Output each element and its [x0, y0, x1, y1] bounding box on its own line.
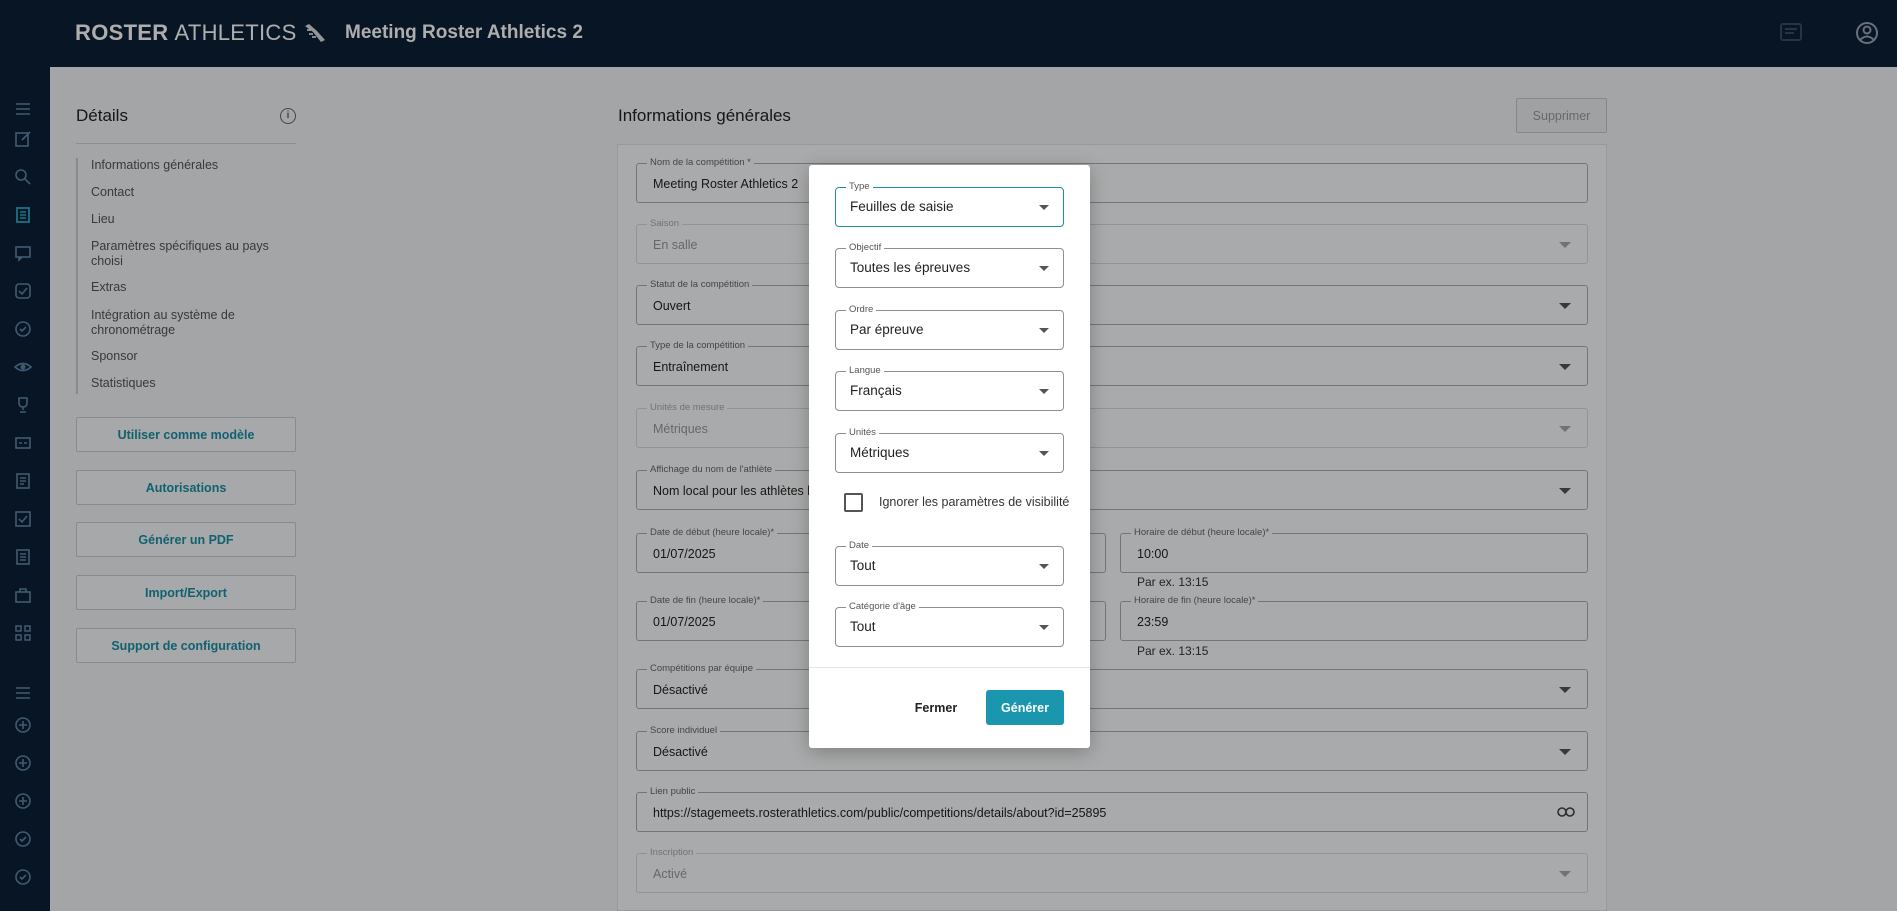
order-label: Ordre [846, 304, 877, 315]
dropdown-arrow-icon [1039, 328, 1049, 333]
dropdown-arrow-icon [1039, 625, 1049, 630]
type-value: Feuilles de saisie [850, 199, 954, 214]
dropdown-arrow-icon [1039, 205, 1049, 210]
order-value: Par épreuve [850, 322, 924, 337]
units-select[interactable]: Unités Métriques [835, 427, 1064, 473]
age-category-value: Tout [850, 619, 876, 634]
generate-pdf-dialog: Type Feuilles de saisie Objectif Toutes … [809, 165, 1090, 748]
dialog-divider [809, 667, 1090, 668]
language-value: Français [850, 383, 902, 398]
close-button[interactable]: Fermer [905, 690, 967, 725]
units-label: Unités [846, 427, 879, 438]
type-label: Type [846, 181, 873, 192]
objective-select[interactable]: Objectif Toutes les épreuves [835, 242, 1064, 288]
dropdown-arrow-icon [1039, 451, 1049, 456]
language-select[interactable]: Langue Français [835, 365, 1064, 411]
dropdown-arrow-icon [1039, 564, 1049, 569]
objective-label: Objectif [846, 242, 885, 253]
date-select[interactable]: Date Tout [835, 540, 1064, 586]
order-select[interactable]: Ordre Par épreuve [835, 304, 1064, 350]
objective-value: Toutes les épreuves [850, 260, 971, 275]
ignore-visibility-checkbox[interactable] [844, 493, 863, 512]
date-value: Tout [850, 558, 876, 573]
dropdown-arrow-icon [1039, 266, 1049, 271]
language-label: Langue [846, 365, 884, 376]
ignore-visibility-label: Ignorer les paramètres de visibilité [879, 495, 1070, 509]
age-category-label: Catégorie d'âge [846, 601, 919, 612]
age-category-select[interactable]: Catégorie d'âge Tout [835, 601, 1064, 647]
type-select[interactable]: Type Feuilles de saisie [835, 181, 1064, 227]
date-label: Date [846, 540, 873, 551]
units-value: Métriques [850, 445, 910, 460]
dropdown-arrow-icon [1039, 389, 1049, 394]
generate-button[interactable]: Générer [986, 690, 1064, 725]
